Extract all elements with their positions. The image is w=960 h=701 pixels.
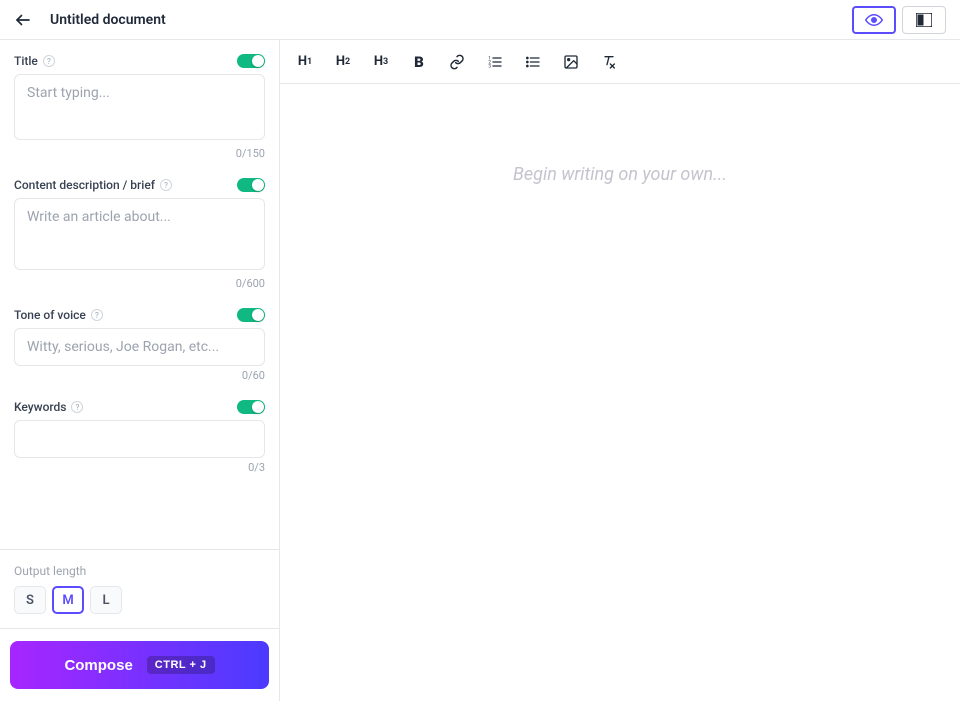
tone-toggle[interactable] <box>237 308 265 322</box>
main-layout: Title ? 0/150 Content description / brie… <box>0 40 960 701</box>
keywords-label: Keywords <box>14 400 66 414</box>
title-input[interactable] <box>14 74 265 140</box>
title-toggle[interactable] <box>237 54 265 68</box>
tone-input[interactable] <box>14 328 265 366</box>
length-s-button[interactable]: S <box>14 586 46 614</box>
title-label: Title <box>14 54 38 68</box>
h2-button[interactable]: H2 <box>332 51 354 73</box>
editor-canvas[interactable]: Begin writing on your own... <box>280 84 960 701</box>
keywords-input[interactable] <box>14 420 265 458</box>
output-length-section: Output length S M L <box>0 549 279 628</box>
back-arrow-icon[interactable] <box>14 11 32 29</box>
ordered-list-icon[interactable]: 123 <box>484 51 506 73</box>
bold-button[interactable]: B <box>408 51 430 73</box>
header-left: Untitled document <box>14 11 166 29</box>
h1-button[interactable]: H1 <box>294 51 316 73</box>
image-icon[interactable] <box>560 51 582 73</box>
document-title[interactable]: Untitled document <box>50 12 166 28</box>
header-right <box>852 6 946 34</box>
compose-button[interactable]: Compose CTRL + J <box>10 641 269 689</box>
keywords-field-group: Keywords ? 0/3 <box>14 400 265 474</box>
svg-text:3: 3 <box>488 63 491 69</box>
tone-label: Tone of voice <box>14 308 86 322</box>
content-counter: 0/600 <box>14 277 265 290</box>
length-m-button[interactable]: M <box>52 586 84 614</box>
app-header: Untitled document <box>0 0 960 40</box>
content-toggle[interactable] <box>237 178 265 192</box>
compose-shortcut: CTRL + J <box>147 656 215 674</box>
info-icon[interactable]: ? <box>91 309 103 321</box>
title-field-group: Title ? 0/150 <box>14 54 265 160</box>
editor-pane: H1 H2 H3 B 123 Begin writing on your own… <box>280 40 960 701</box>
output-length-label: Output length <box>14 564 265 578</box>
unordered-list-icon[interactable] <box>522 51 544 73</box>
compose-label: Compose <box>64 657 132 674</box>
tone-counter: 0/60 <box>14 369 265 382</box>
title-counter: 0/150 <box>14 147 265 160</box>
editor-placeholder: Begin writing on your own... <box>280 164 960 185</box>
info-icon[interactable]: ? <box>71 401 83 413</box>
h3-button[interactable]: H3 <box>370 51 392 73</box>
length-l-button[interactable]: L <box>90 586 122 614</box>
tone-field-group: Tone of voice ? 0/60 <box>14 308 265 382</box>
split-mode-button[interactable] <box>902 6 946 34</box>
clear-format-icon[interactable] <box>598 51 620 73</box>
keywords-toggle[interactable] <box>237 400 265 414</box>
compose-section: Compose CTRL + J <box>0 628 279 701</box>
content-field-group: Content description / brief ? 0/600 <box>14 178 265 290</box>
editor-toolbar: H1 H2 H3 B 123 <box>280 40 960 84</box>
keywords-counter: 0/3 <box>14 461 265 474</box>
link-icon[interactable] <box>446 51 468 73</box>
output-length-buttons: S M L <box>14 586 265 614</box>
info-icon[interactable]: ? <box>43 55 55 67</box>
info-icon[interactable]: ? <box>160 179 172 191</box>
sidebar: Title ? 0/150 Content description / brie… <box>0 40 280 701</box>
preview-mode-button[interactable] <box>852 6 896 34</box>
sidebar-fields: Title ? 0/150 Content description / brie… <box>0 40 279 549</box>
content-input[interactable] <box>14 198 265 270</box>
content-label: Content description / brief <box>14 178 155 192</box>
